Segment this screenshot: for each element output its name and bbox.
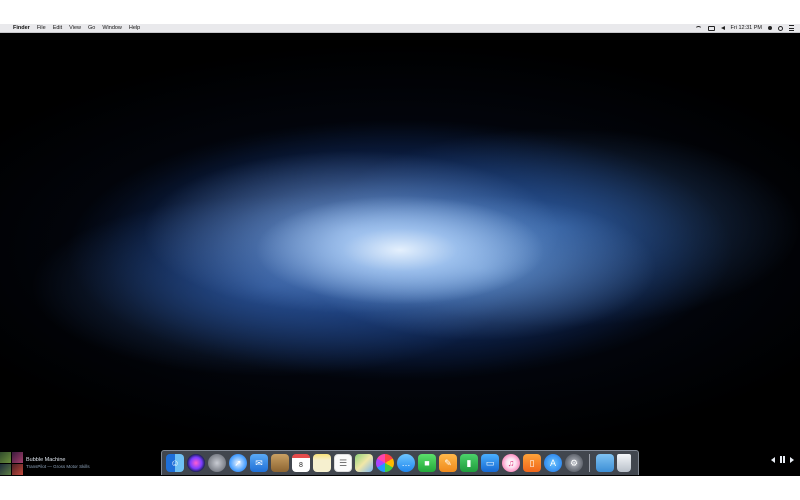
menu-app-name[interactable]: Finder [13,25,30,31]
volume-icon[interactable] [720,26,725,30]
menu-go[interactable]: Go [88,25,95,31]
ibooks-icon[interactable]: ▯ [523,454,541,472]
menu-bar: Finder File Edit View Go Window Help Fri… [0,24,800,33]
mail-icon[interactable]: ✉ [250,454,268,472]
dock-separator [589,454,590,472]
keynote-icon[interactable]: ▭ [481,454,499,472]
user-icon[interactable] [768,26,772,30]
notification-center-icon[interactable] [789,25,794,31]
playback-controls [771,456,794,463]
calendar-day: 8 [299,461,303,469]
trash-icon[interactable] [617,454,631,472]
dock: ☺ ➚ ✉ 8 ☰ … ■ ✎ ▮ ▭ ♫ ▯ A ⚙ [161,450,639,475]
wifi-icon[interactable] [694,25,702,31]
siri-icon[interactable] [187,454,205,472]
downloads-folder-icon[interactable] [596,454,614,472]
spotlight-search-icon[interactable] [778,25,783,31]
menu-window[interactable]: Window [102,25,122,31]
album-art [12,463,23,475]
photos-icon[interactable] [376,454,394,472]
menu-help[interactable]: Help [129,25,140,31]
itunes-icon[interactable]: ♫ [502,454,520,472]
system-preferences-icon[interactable]: ⚙ [565,454,583,472]
facetime-icon[interactable]: ■ [418,454,436,472]
notes-icon[interactable] [313,454,331,472]
now-playing-subtitle: TransPilot — Gross Motor Skills [26,464,90,469]
numbers-icon[interactable]: ▮ [460,454,478,472]
now-playing-title: Bubble Machine [26,457,66,463]
airplay-icon[interactable] [707,25,715,31]
calendar-icon[interactable]: 8 [292,454,310,472]
album-art-grid [0,451,23,475]
messages-icon[interactable]: … [397,454,415,472]
finder-icon[interactable]: ☺ [166,454,184,472]
wallpaper [0,24,800,476]
previous-track-icon[interactable] [771,456,775,463]
pause-icon[interactable] [780,456,785,463]
safari-icon[interactable]: ➚ [229,454,247,472]
menu-clock[interactable]: Fri 12:31 PM [731,25,762,31]
app-store-icon[interactable]: A [544,454,562,472]
reminders-icon[interactable]: ☰ [334,454,352,472]
menu-edit[interactable]: Edit [53,25,62,31]
launchpad-icon[interactable] [208,454,226,472]
maps-icon[interactable] [355,454,373,472]
contacts-icon[interactable] [271,454,289,472]
menu-file[interactable]: File [37,25,46,31]
desktop[interactable] [0,24,800,476]
album-art [0,463,11,475]
now-playing-widget[interactable]: Bubble Machine TransPilot — Gross Motor … [0,451,90,475]
menu-view[interactable]: View [69,25,81,31]
next-track-icon[interactable] [790,456,794,463]
pages-icon[interactable]: ✎ [439,454,457,472]
album-art [0,451,11,463]
album-art [12,451,23,463]
